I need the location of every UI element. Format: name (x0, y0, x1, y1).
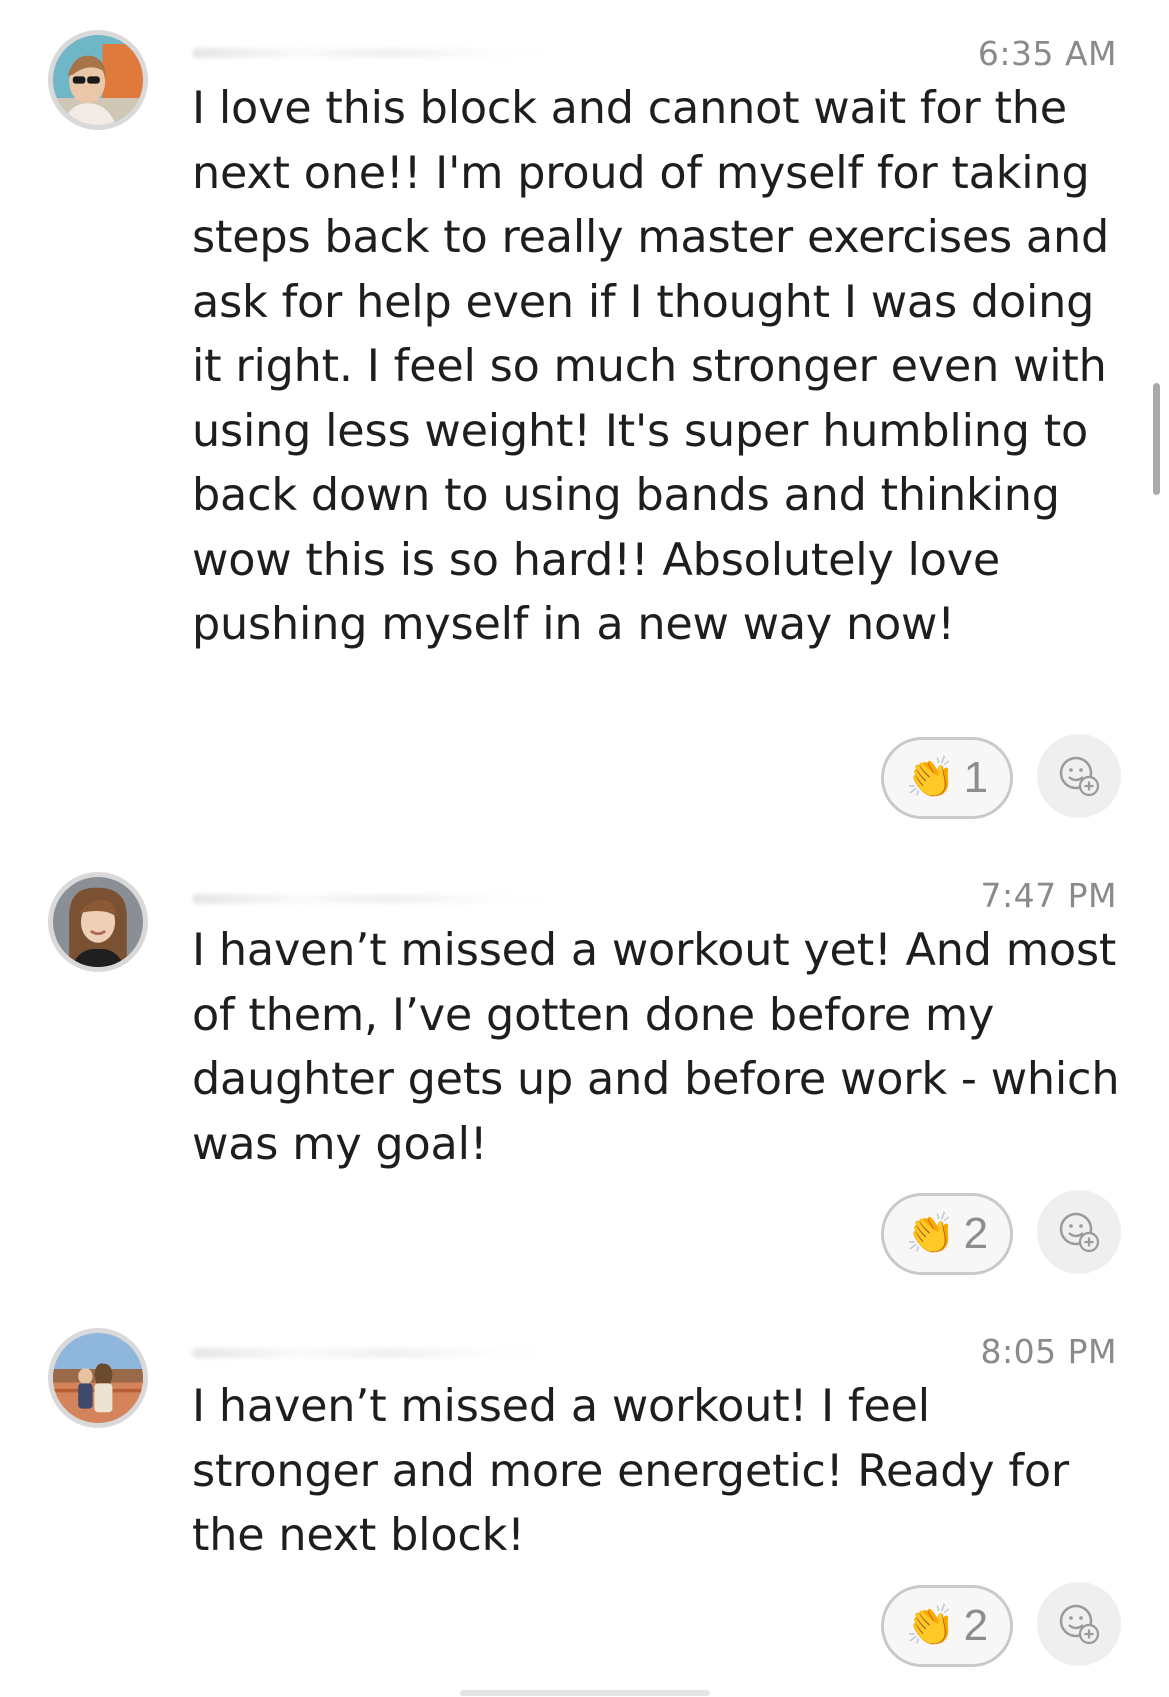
author-name-redacted (192, 1348, 552, 1358)
post-timestamp: 6:35 AM (977, 34, 1117, 73)
clapping-hands-icon: 👏 (905, 755, 956, 801)
author-name-redacted (192, 48, 552, 58)
post-timestamp: 8:05 PM (980, 1332, 1117, 1371)
reaction-count: 1 (963, 753, 989, 802)
clap-reaction-button[interactable]: 👏 2 (881, 1585, 1013, 1667)
post-message: I haven’t missed a workout! I feel stron… (192, 1381, 1069, 1561)
add-reaction-button[interactable] (1037, 1582, 1121, 1666)
add-reaction-button[interactable] (1037, 734, 1121, 818)
post-message: I love this block and cannot wait for th… (192, 83, 1110, 650)
add-reaction-icon (1059, 1212, 1100, 1253)
add-reaction-icon (1059, 756, 1100, 797)
post-message: I haven’t missed a workout yet! And most… (192, 925, 1120, 1170)
home-indicator (460, 1690, 710, 1696)
author-name-redacted (192, 894, 552, 904)
clap-reaction-button[interactable]: 👏 1 (881, 737, 1013, 819)
avatar[interactable] (48, 30, 148, 130)
clap-reaction-button[interactable]: 👏 2 (881, 1193, 1013, 1275)
add-reaction-button[interactable] (1037, 1190, 1121, 1274)
reaction-count: 2 (963, 1601, 989, 1650)
scrollbar[interactable] (1153, 383, 1160, 495)
clapping-hands-icon: 👏 (905, 1603, 956, 1649)
add-reaction-icon (1059, 1604, 1100, 1645)
avatar[interactable] (48, 872, 148, 972)
avatar[interactable] (48, 1328, 148, 1428)
post-timestamp: 7:47 PM (980, 876, 1117, 915)
reaction-count: 2 (963, 1209, 989, 1258)
clapping-hands-icon: 👏 (905, 1211, 956, 1257)
